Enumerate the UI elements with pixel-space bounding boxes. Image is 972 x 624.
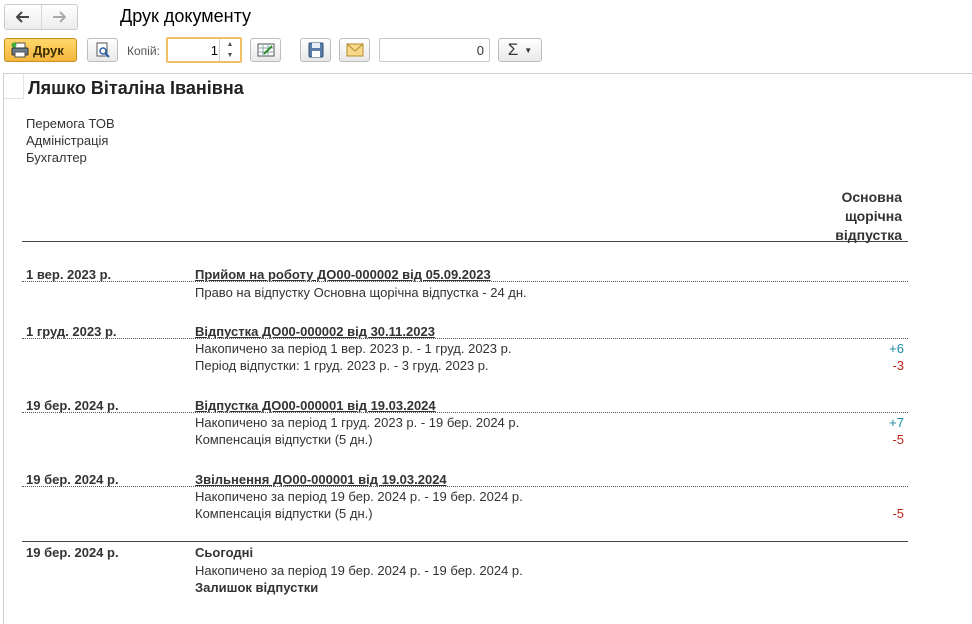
entry-line: Накопичено за період 19 бер. 2024 р. - 1…: [195, 489, 523, 504]
forward-button[interactable]: [40, 5, 78, 29]
number-field[interactable]: 0: [379, 38, 490, 62]
position-name: Бухгалтер: [26, 150, 87, 165]
floppy-disk-icon: [308, 42, 323, 58]
entry-document-link[interactable]: Відпустка ДО00-000001 від 19.03.2024: [195, 398, 436, 413]
entry-document-link[interactable]: Прийом на роботу ДО00-000002 від 05.09.2…: [195, 267, 491, 282]
entry-line: Накопичено за період 1 вер. 2023 р. - 1 …: [195, 341, 512, 356]
dropdown-arrow-icon: ▼: [524, 45, 533, 55]
send-email-button[interactable]: [339, 38, 370, 62]
entry-value: -5: [892, 432, 904, 447]
sigma-icon: Σ: [507, 40, 519, 59]
column-header: Основна щорічна відпустка: [835, 189, 902, 243]
arrow-right-icon: [53, 11, 67, 23]
entry-date: 1 вер. 2023 р.: [26, 267, 112, 282]
entry-date: 19 бер. 2024 р.: [26, 398, 119, 413]
printer-icon: [11, 42, 29, 58]
today-label: Сьогодні: [195, 545, 254, 560]
company-name: Перемога ТОВ: [26, 116, 115, 131]
entry-divider: [22, 412, 908, 413]
envelope-icon: [346, 43, 363, 57]
edit-table-button[interactable]: [250, 38, 281, 62]
entry-line: Компенсація відпустки (5 дн.): [195, 506, 373, 521]
entry-value: -5: [892, 506, 904, 521]
copies-input[interactable]: [168, 39, 222, 61]
entry-line: Компенсація відпустки (5 дн.): [195, 432, 373, 447]
copies-field: ▲ ▼: [166, 37, 242, 63]
spin-up-icon[interactable]: ▲: [220, 39, 240, 50]
toolbar: Друк Копій: ▲ ▼ 0: [0, 36, 972, 64]
spin-down-icon[interactable]: ▼: [220, 50, 240, 61]
header-divider: [22, 241, 908, 242]
back-button[interactable]: [5, 5, 41, 29]
print-button[interactable]: Друк: [4, 38, 77, 62]
entry-divider: [22, 338, 908, 339]
today-date: 19 бер. 2024 р.: [26, 545, 119, 560]
entry-value: +6: [889, 341, 904, 356]
entry-divider: [22, 281, 908, 282]
entry-date: 19 бер. 2024 р.: [26, 472, 119, 487]
balance-label: Залишок відпустки: [195, 580, 319, 595]
save-button[interactable]: [300, 38, 331, 62]
entry-line: Право на відпустку Основна щорічна відпу…: [195, 285, 527, 300]
sum-button[interactable]: Σ ▼: [498, 38, 542, 62]
arrow-left-icon: [15, 11, 29, 23]
employee-name: Ляшко Віталіна Іванівна: [28, 78, 244, 98]
table-edit-icon: [257, 43, 274, 57]
entry-date: 1 груд. 2023 р.: [26, 324, 117, 339]
page-preview-icon: [96, 42, 110, 58]
today-accrued: Накопичено за період 19 бер. 2024 р. - 1…: [195, 563, 523, 578]
document-area: Ляшко Віталіна Іванівна Перемога ТОВ Адм…: [3, 73, 972, 624]
sheet-corner: [4, 74, 24, 99]
today-divider: [22, 541, 908, 542]
window-title: Друк документу: [120, 6, 252, 26]
copies-spinner: ▲ ▼: [219, 39, 240, 61]
print-button-label: Друк: [33, 42, 64, 58]
history-nav: [4, 4, 78, 30]
department-name: Адміністрація: [26, 133, 109, 148]
copies-label: Копій:: [127, 44, 160, 58]
entry-value: +7: [889, 415, 904, 430]
entry-document-link[interactable]: Відпустка ДО00-000002 від 30.11.2023: [195, 324, 435, 339]
entry-value: -3: [892, 358, 904, 373]
entry-line: Період відпустки: 1 груд. 2023 р. - 3 гр…: [195, 358, 489, 373]
entry-line: Накопичено за період 1 груд. 2023 р. - 1…: [195, 415, 520, 430]
entry-document-link[interactable]: Звільнення ДО00-000001 від 19.03.2024: [195, 472, 447, 487]
preview-button[interactable]: [87, 38, 118, 62]
entry-divider: [22, 486, 908, 487]
